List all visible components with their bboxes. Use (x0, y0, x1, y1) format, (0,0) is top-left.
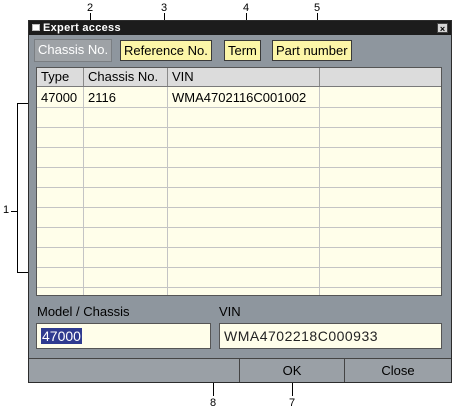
model-chassis-value: 47000 (41, 328, 82, 344)
column-divider (83, 87, 84, 295)
tab-part-number[interactable]: Part number (272, 40, 352, 61)
row-divider (37, 287, 441, 288)
tab-reference-no[interactable]: Reference No. (120, 40, 212, 61)
tab-chassis-no[interactable]: Chassis No. (34, 39, 113, 62)
ok-button[interactable]: OK (239, 359, 344, 382)
blank-button[interactable] (29, 359, 239, 382)
window-icon (32, 24, 40, 31)
row-divider (37, 247, 441, 248)
table-header: Type Chassis No. VIN (37, 68, 441, 87)
row-divider (37, 227, 441, 228)
row-divider (37, 187, 441, 188)
row-divider (37, 147, 441, 148)
title-bar[interactable]: Expert access × (29, 21, 451, 35)
expert-access-dialog: Expert access × Chassis No. Reference No… (28, 20, 452, 383)
close-button[interactable]: Close (344, 359, 451, 382)
row-divider (37, 127, 441, 128)
window-title: Expert access (43, 22, 121, 34)
column-header-vin[interactable]: VIN (168, 68, 320, 86)
callout-1: 1 (3, 204, 10, 216)
table-cell-type[interactable]: 47000 (37, 89, 77, 107)
callout-7: 7 (289, 397, 296, 409)
table-cell-chassis-no[interactable]: 2116 (84, 89, 116, 107)
column-header-type[interactable]: Type (37, 68, 84, 86)
button-bar: OK Close (29, 358, 451, 382)
results-table[interactable]: Type Chassis No. VIN 47000 2116 WMA47021… (36, 67, 442, 296)
row-divider (37, 267, 441, 268)
row-divider (37, 107, 441, 108)
column-header-chassis-no[interactable]: Chassis No. (84, 68, 168, 86)
callout-1-bracket (17, 103, 18, 273)
column-divider (167, 87, 168, 295)
vin-label: VIN (219, 304, 241, 319)
tab-term[interactable]: Term (224, 40, 261, 61)
row-divider (37, 207, 441, 208)
close-icon[interactable]: × (437, 23, 448, 34)
row-divider (37, 167, 441, 168)
model-chassis-input[interactable]: 47000 (36, 323, 211, 349)
model-chassis-label: Model / Chassis (37, 304, 130, 319)
column-header-blank[interactable] (320, 68, 441, 86)
vin-input[interactable]: WMA4702218C000933 (219, 323, 442, 349)
table-cell-vin[interactable]: WMA4702116C001002 (168, 89, 306, 107)
column-divider (319, 87, 320, 295)
callout-8: 8 (210, 397, 217, 409)
